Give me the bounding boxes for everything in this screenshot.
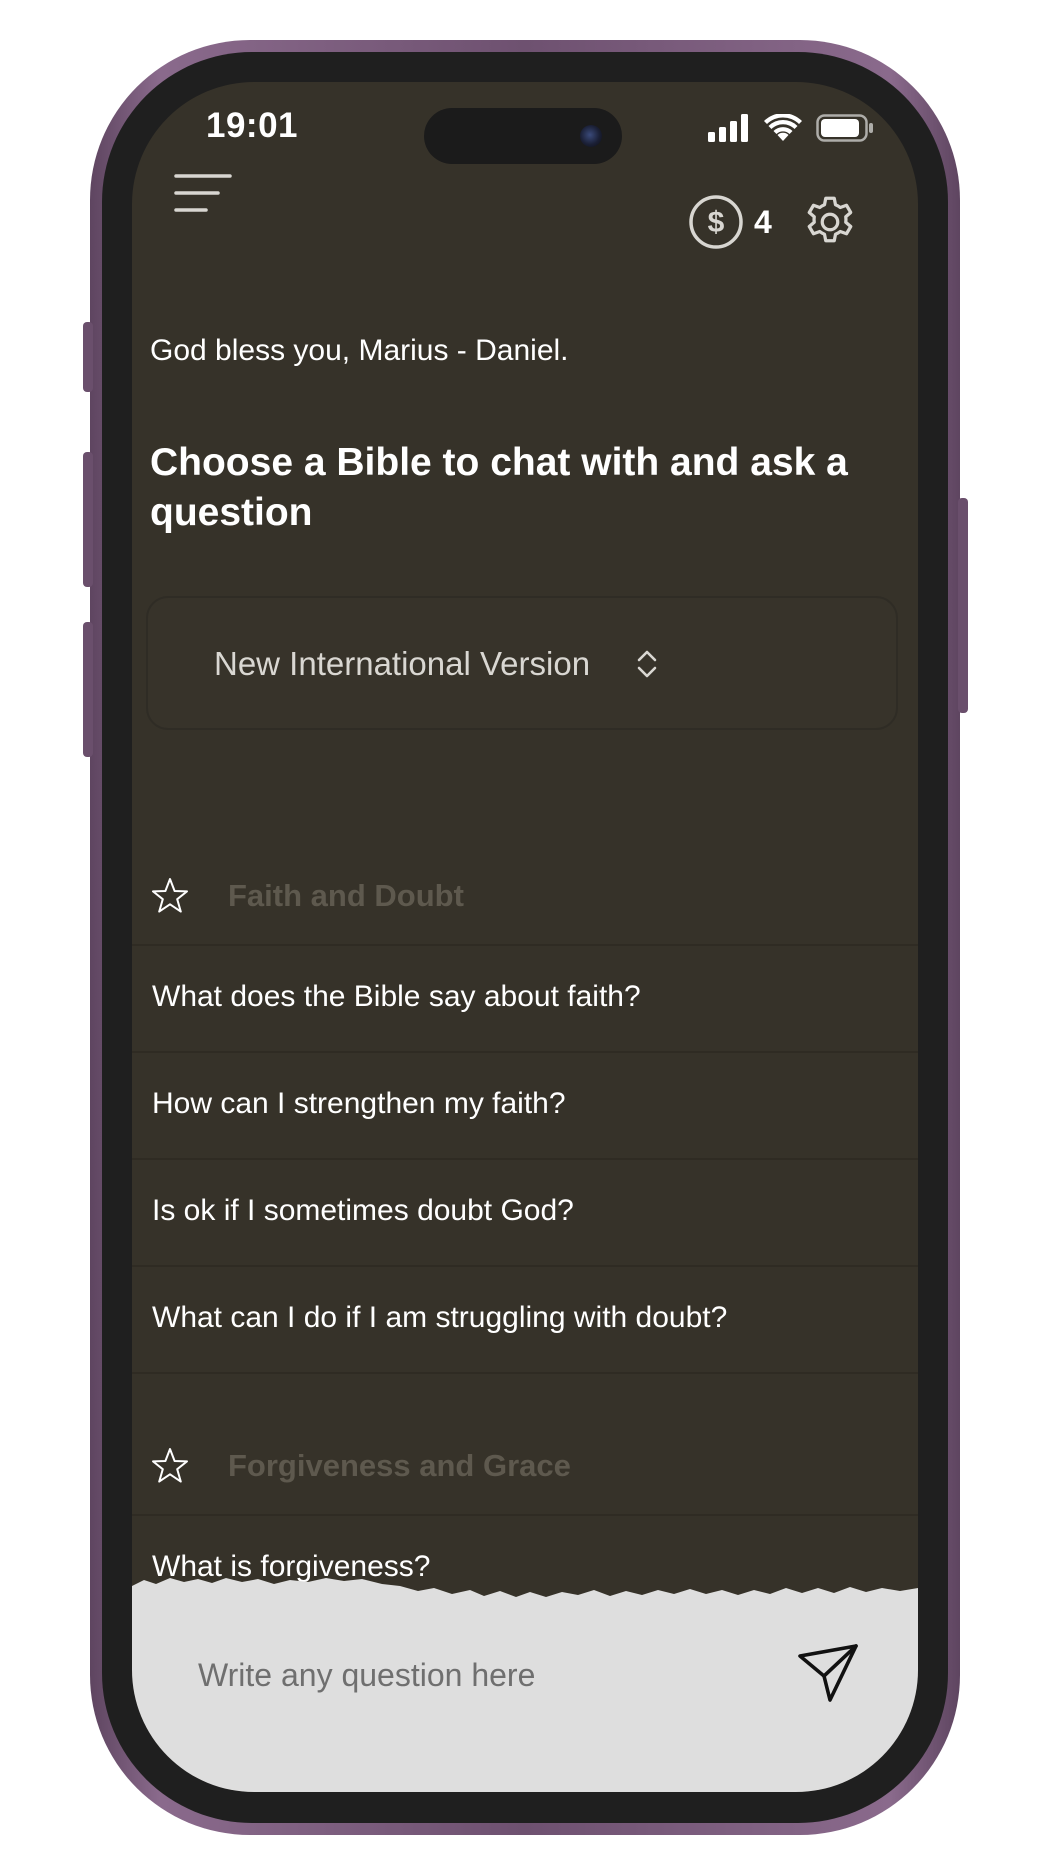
page-title: Choose a Bible to chat with and ask a qu… bbox=[150, 441, 848, 534]
star-icon bbox=[152, 878, 188, 913]
question-item[interactable]: How can I strengthen my faith? bbox=[132, 1053, 918, 1160]
battery-icon bbox=[816, 114, 873, 142]
volume-down-button bbox=[83, 622, 93, 757]
status-icons bbox=[708, 112, 874, 144]
app-screen: 19:01 $ 4 God bless you, Marius - Daniel… bbox=[132, 82, 918, 1792]
send-button[interactable] bbox=[796, 1642, 860, 1704]
question-item[interactable]: Is ok if I sometimes doubt God? bbox=[132, 1160, 918, 1267]
bible-version-label: New International Version bbox=[214, 645, 591, 682]
question-text: Is ok if I sometimes doubt God? bbox=[152, 1194, 574, 1227]
settings-button[interactable] bbox=[800, 192, 860, 252]
dynamic-island bbox=[424, 108, 622, 164]
question-input[interactable] bbox=[196, 1646, 760, 1704]
section-title: Faith and Doubt bbox=[228, 878, 464, 913]
question-text: How can I strengthen my faith? bbox=[152, 1087, 566, 1120]
status-bar: 19:01 bbox=[132, 82, 918, 182]
section-title: Forgiveness and Grace bbox=[228, 1448, 571, 1483]
greeting-text: God bless you, Marius - Daniel. bbox=[150, 334, 569, 367]
bible-version-select[interactable]: New International Version bbox=[146, 596, 898, 730]
cellular-signal-icon bbox=[708, 114, 748, 142]
action-button bbox=[83, 322, 93, 392]
question-item[interactable]: What does the Bible say about faith? bbox=[132, 946, 918, 1053]
dollar-coin-icon: $ bbox=[689, 195, 743, 249]
power-button bbox=[958, 498, 968, 713]
front-camera bbox=[580, 125, 602, 147]
menu-button[interactable] bbox=[174, 172, 232, 216]
volume-up-button bbox=[83, 452, 93, 587]
question-text: What does the Bible say about faith? bbox=[152, 980, 641, 1013]
question-item[interactable]: What can I do if I am struggling with do… bbox=[132, 1267, 918, 1374]
send-icon bbox=[798, 1644, 858, 1702]
credits-button[interactable]: $ 4 bbox=[688, 194, 772, 250]
svg-text:$: $ bbox=[708, 206, 725, 239]
section-header-faith-and-doubt: Faith and Doubt bbox=[132, 844, 918, 946]
wifi-icon bbox=[764, 114, 802, 141]
chevron-up-down-icon bbox=[637, 650, 657, 678]
torn-paper-edge bbox=[132, 1578, 918, 1620]
gear-icon bbox=[807, 196, 853, 243]
suggested-questions-list: Faith and Doubt What does the Bible say … bbox=[132, 844, 918, 1623]
star-icon bbox=[152, 1448, 188, 1483]
hamburger-menu-icon bbox=[174, 174, 232, 212]
section-header-forgiveness-and-grace: Forgiveness and Grace bbox=[132, 1414, 918, 1516]
question-composer bbox=[132, 1570, 918, 1792]
status-time: 19:01 bbox=[206, 106, 299, 145]
question-text: What can I do if I am struggling with do… bbox=[152, 1301, 728, 1334]
credits-count: 4 bbox=[754, 203, 772, 240]
